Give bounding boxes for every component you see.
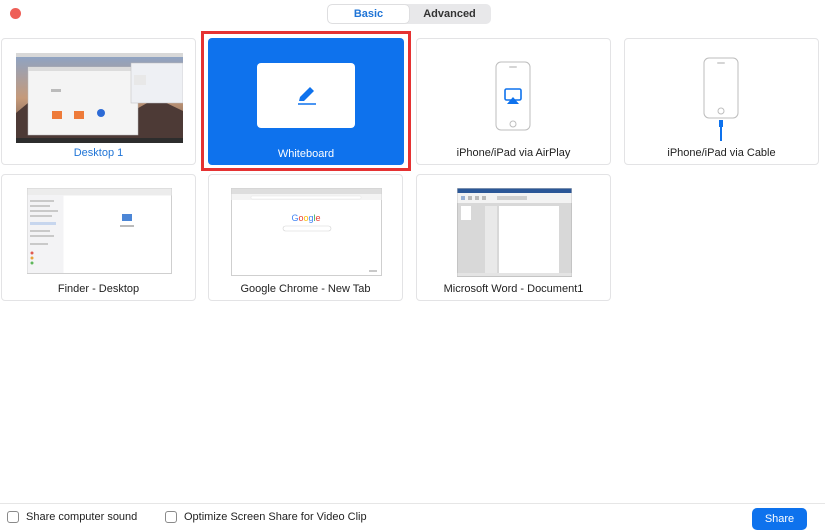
footer-divider [0, 503, 825, 504]
share-sound-checkbox[interactable] [7, 511, 19, 523]
pencil-icon [295, 83, 319, 112]
tab-basic[interactable]: Basic [328, 5, 409, 23]
phone-airplay-icon [495, 61, 531, 136]
share-tile-word[interactable]: Microsoft Word - Document1 [416, 174, 611, 301]
word-thumbnail [457, 188, 572, 277]
share-tile-whiteboard[interactable]: Whiteboard [208, 38, 404, 165]
tile-label: Microsoft Word - Document1 [443, 283, 584, 295]
window-close-button[interactable] [10, 8, 21, 19]
desktop-thumbnail [16, 53, 183, 143]
tab-advanced[interactable]: Advanced [409, 5, 490, 23]
optimize-video-label: Optimize Screen Share for Video Clip [184, 511, 367, 523]
tile-label: Desktop 1 [73, 147, 124, 159]
share-sound-label: Share computer sound [26, 511, 138, 523]
share-tile-finder[interactable]: Finder - Desktop [1, 174, 196, 301]
tile-label: iPhone/iPad via AirPlay [456, 147, 571, 159]
chrome-thumbnail: Google [231, 188, 382, 276]
share-tile-chrome[interactable]: Google Google Chrome - New Tab [208, 174, 403, 301]
share-tile-cable[interactable]: iPhone/iPad via Cable [624, 38, 819, 165]
share-tile-airplay[interactable]: iPhone/iPad via AirPlay [416, 38, 611, 165]
share-tile-desktop-1[interactable]: Desktop 1 [1, 38, 196, 165]
share-button[interactable]: Share [752, 508, 807, 530]
whiteboard-card [257, 63, 355, 128]
optimize-video-checkbox[interactable] [165, 511, 177, 523]
tile-label: iPhone/iPad via Cable [667, 147, 776, 159]
finder-thumbnail [27, 188, 172, 274]
phone-cable-icon [703, 57, 739, 146]
tile-label: Finder - Desktop [57, 283, 140, 295]
google-logo: Google [291, 213, 320, 223]
tile-label: Whiteboard [277, 148, 335, 160]
share-mode-tabs: Basic Advanced [327, 4, 491, 24]
tile-label: Google Chrome - New Tab [240, 283, 371, 295]
